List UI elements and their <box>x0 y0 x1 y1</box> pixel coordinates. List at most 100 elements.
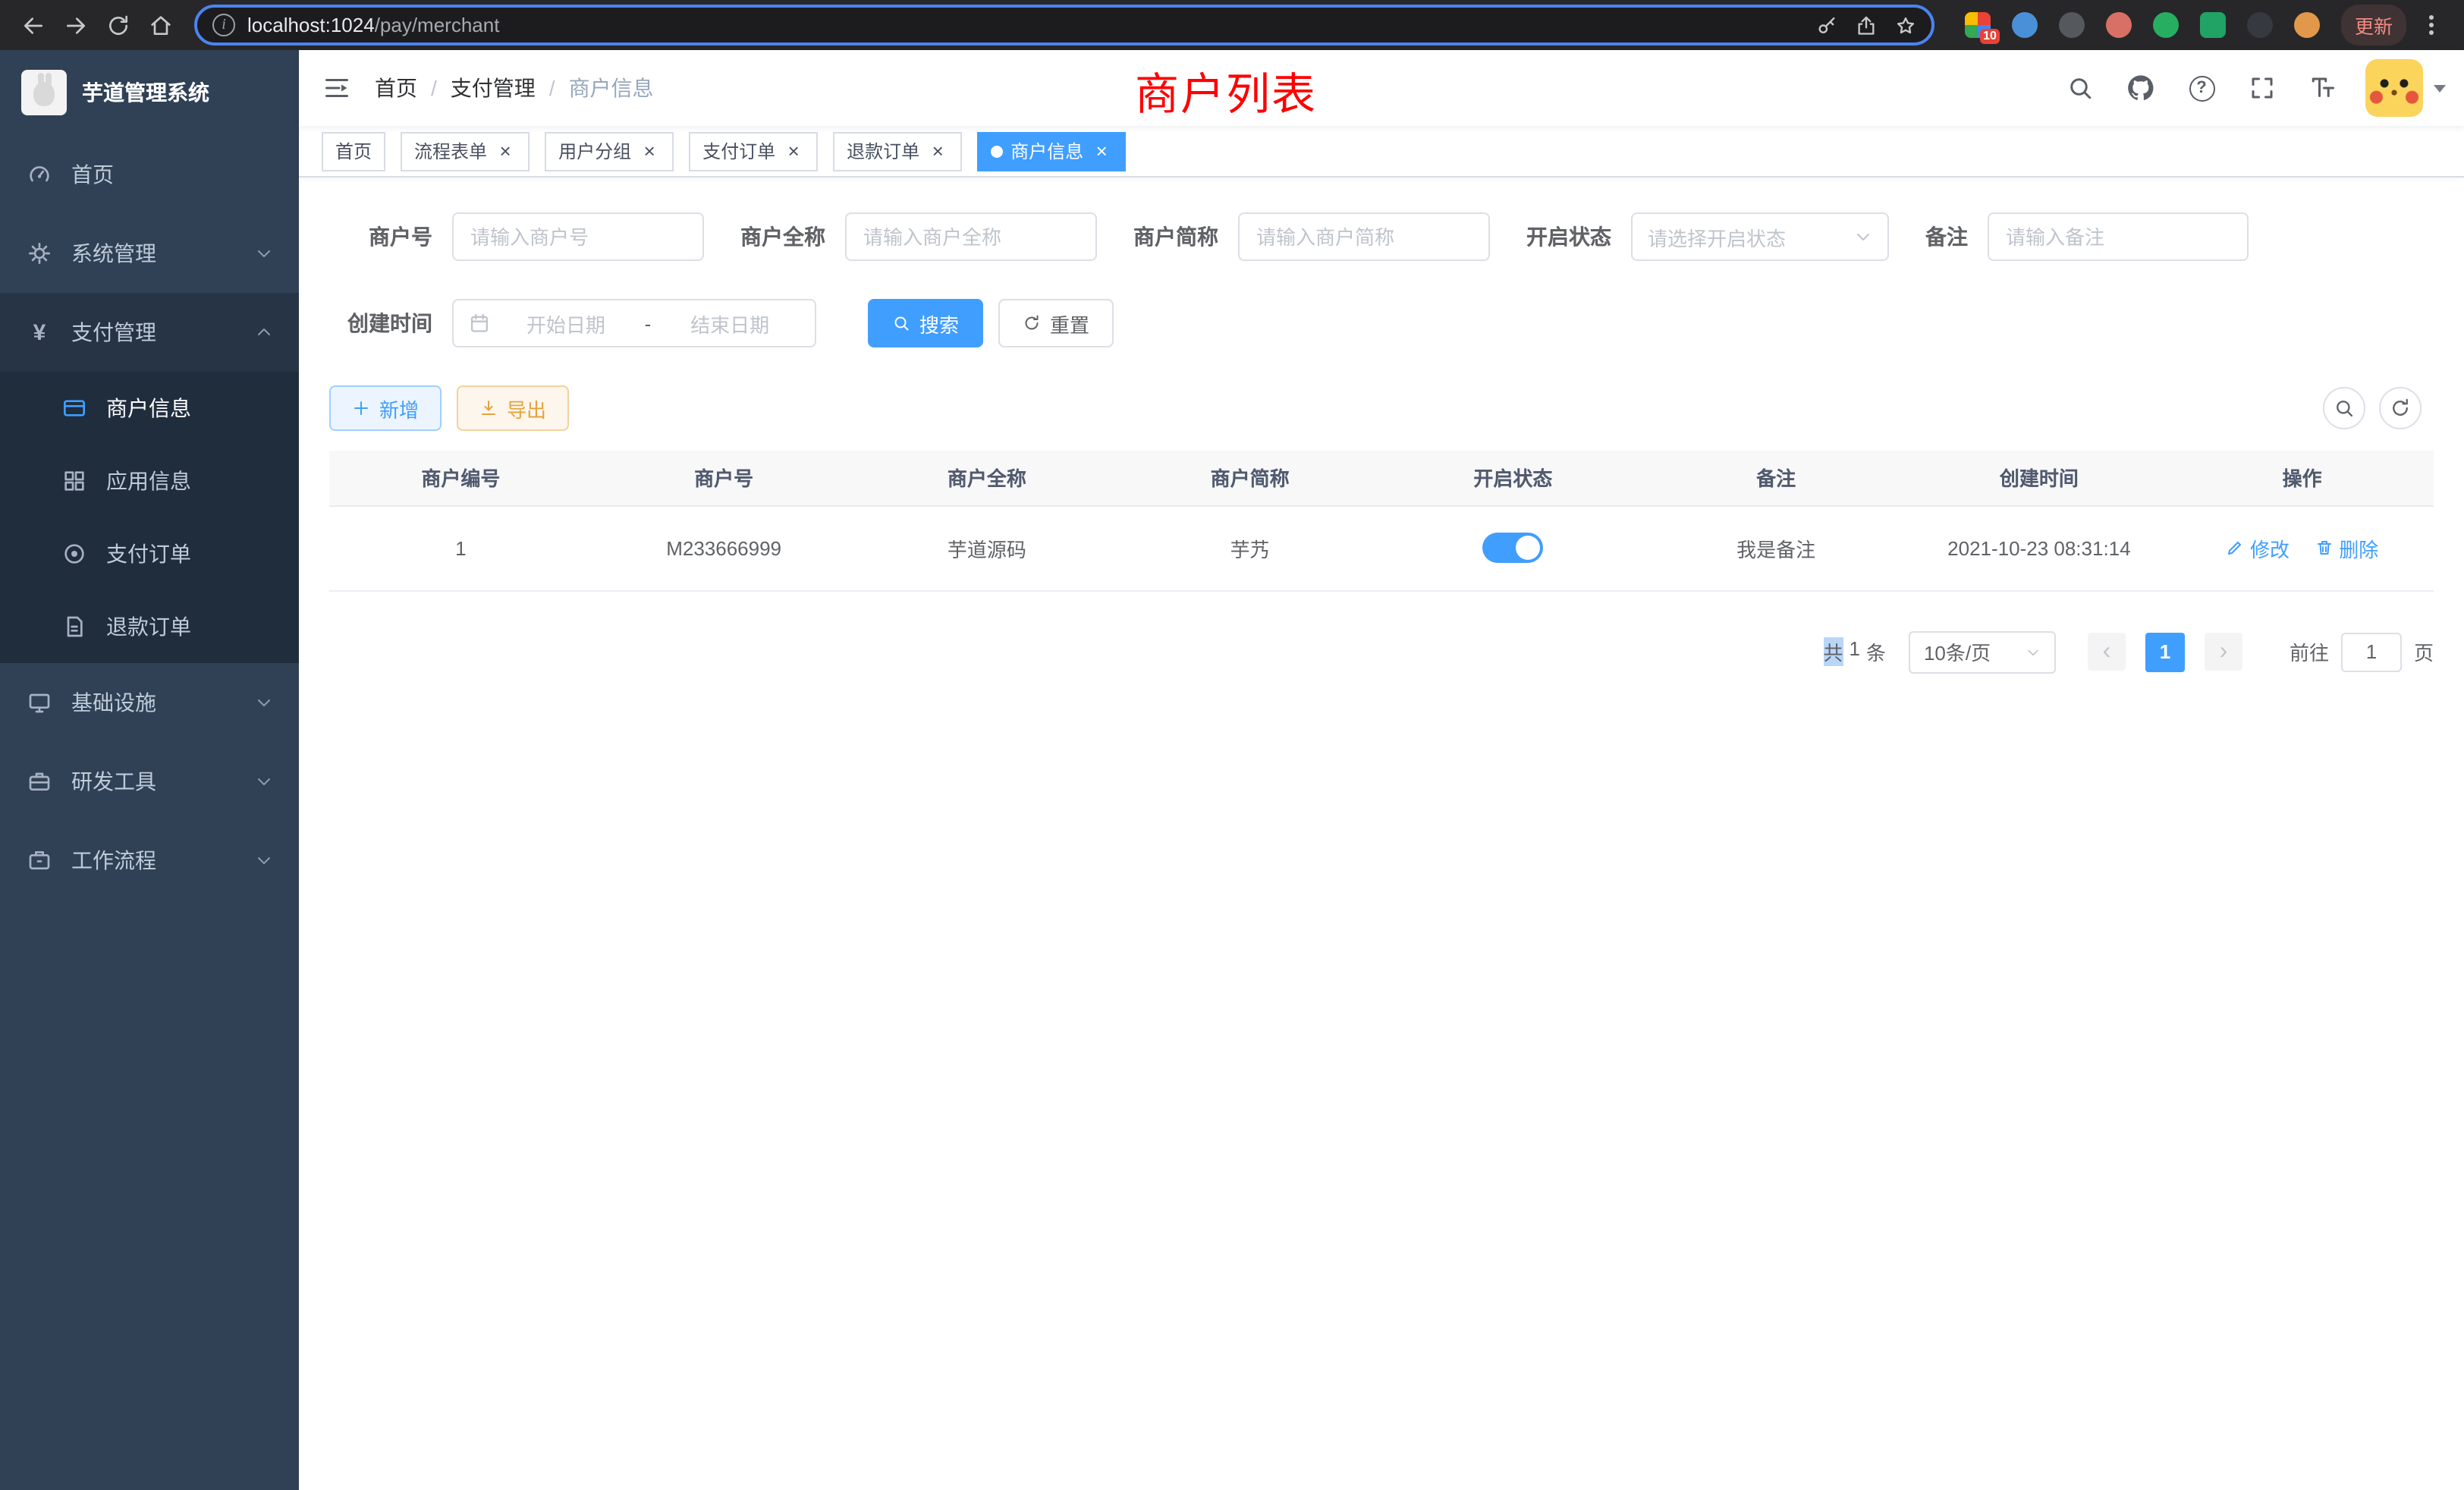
sidebar-menu: 首页 系统管理 ¥ 支付管理 商户信息 <box>0 135 299 900</box>
merchant-no-input[interactable] <box>452 212 704 261</box>
user-menu[interactable] <box>2365 50 2446 126</box>
extension-icon-4[interactable] <box>2106 12 2132 38</box>
browser-reload-icon[interactable] <box>97 4 140 46</box>
tab-merchant-info[interactable]: 商户信息× <box>977 131 1126 171</box>
tab-process-form[interactable]: 流程表单× <box>401 131 530 171</box>
password-key-icon[interactable] <box>1807 7 1846 43</box>
start-date-placeholder[interactable]: 开始日期 <box>496 309 636 338</box>
prev-page-button[interactable]: ‹ <box>2088 633 2126 671</box>
sidebar-item-payment-management[interactable]: ¥ 支付管理 <box>0 293 299 372</box>
toolbox-icon <box>26 768 53 795</box>
tab-refund-order[interactable]: 退款订单× <box>833 131 962 171</box>
date-range-picker[interactable]: 开始日期 - 结束日期 <box>452 299 816 347</box>
extensions-puzzle-icon[interactable]: 10 <box>1965 12 1991 38</box>
column-header-merchant-id: 商户编号 <box>329 451 592 505</box>
sidebar-item-home[interactable]: 首页 <box>0 135 299 214</box>
gear-icon <box>26 240 53 267</box>
end-date-placeholder[interactable]: 结束日期 <box>660 309 800 338</box>
page-number-1[interactable]: 1 <box>2145 632 2185 671</box>
url-bar[interactable]: i localhost:1024/pay/merchant <box>194 5 1934 46</box>
add-button[interactable]: 新增 <box>329 385 442 431</box>
cell-actions: 修改 删除 <box>2170 505 2434 590</box>
document-icon <box>61 613 88 640</box>
extension-icon-2[interactable] <box>2012 12 2038 38</box>
column-header-actions: 操作 <box>2170 451 2434 505</box>
sidebar-item-dev-tools[interactable]: 研发工具 <box>0 742 299 821</box>
sidebar-item-label: 支付订单 <box>106 539 191 569</box>
close-icon[interactable]: × <box>639 140 660 162</box>
browser-profile-avatar[interactable] <box>2294 12 2320 38</box>
sidebar-subitem-pay-order[interactable]: 支付订单 <box>0 517 299 590</box>
sidebar-item-infrastructure[interactable]: 基础设施 <box>0 663 299 742</box>
bookmark-star-icon[interactable] <box>1886 7 1925 43</box>
browser-forward-icon[interactable] <box>55 4 97 46</box>
tab-user-group[interactable]: 用户分组× <box>545 131 674 171</box>
help-icon[interactable]: ? <box>2171 50 2232 126</box>
breadcrumb-home[interactable]: 首页 <box>375 73 417 103</box>
toolbar-right <box>2323 387 2434 429</box>
breadcrumb-payment[interactable]: 支付管理 <box>451 73 536 103</box>
sidebar-item-workflow[interactable]: 工作流程 <box>0 821 299 900</box>
chevron-down-icon <box>2026 644 2041 659</box>
user-avatar[interactable] <box>2365 59 2423 117</box>
tab-home[interactable]: 首页 <box>322 131 385 171</box>
export-button[interactable]: 导出 <box>457 385 569 431</box>
monitor-icon <box>26 689 53 716</box>
next-page-button[interactable]: › <box>2205 633 2242 671</box>
delete-link[interactable]: 删除 <box>2315 533 2378 562</box>
search-icon[interactable] <box>2050 50 2110 126</box>
total-prefix: 共 <box>1823 637 1843 666</box>
page-size-select[interactable]: 10条/页 <box>1909 630 2056 673</box>
status-select[interactable]: 请选择开启状态 <box>1631 212 1889 261</box>
browser-home-icon[interactable] <box>140 4 182 46</box>
goto-page-input[interactable] <box>2341 632 2402 671</box>
search-button-label: 搜索 <box>919 309 959 338</box>
cell-short-name: 芋艿 <box>1118 505 1381 590</box>
toggle-search-icon[interactable] <box>2323 387 2365 429</box>
close-icon[interactable]: × <box>1091 140 1112 162</box>
hamburger-icon[interactable] <box>299 50 375 126</box>
filter-row-2: 创建时间 开始日期 - 结束日期 搜索 重置 <box>329 299 2434 347</box>
edit-link[interactable]: 修改 <box>2226 533 2290 562</box>
table-toolbar: 新增 导出 <box>329 385 2434 431</box>
browser-update-button[interactable]: 更新 <box>2341 5 2406 46</box>
extension-icon-5[interactable] <box>2153 12 2179 38</box>
fullscreen-icon[interactable] <box>2232 50 2293 126</box>
browser-back-icon[interactable] <box>12 4 55 46</box>
sidebar-subitem-app-info[interactable]: 应用信息 <box>0 445 299 517</box>
filter-remark: 备注 <box>1925 212 2249 261</box>
sidebar-item-label: 商户信息 <box>106 393 191 423</box>
font-size-icon[interactable] <box>2293 50 2353 126</box>
sidebar: 芋道管理系统 首页 系统管理 ¥ 支付管理 <box>0 50 299 1490</box>
status-select-placeholder: 请选择开启状态 <box>1648 222 1786 251</box>
browser-menu-icon[interactable] <box>2409 4 2452 46</box>
sidebar-item-system-management[interactable]: 系统管理 <box>0 214 299 293</box>
tab-pay-order[interactable]: 支付订单× <box>689 131 818 171</box>
cell-create-time: 2021-10-23 08:31:14 <box>1908 505 2171 590</box>
close-icon[interactable]: × <box>495 140 516 162</box>
search-button[interactable]: 搜索 <box>868 299 983 347</box>
app-logo[interactable]: 芋道管理系统 <box>0 50 299 135</box>
help-glyph: ? <box>2196 79 2206 97</box>
reset-button-label: 重置 <box>1050 309 1089 338</box>
site-info-icon[interactable]: i <box>212 14 235 36</box>
extension-icon-7[interactable] <box>2247 12 2273 38</box>
extension-icon-3[interactable] <box>2059 12 2085 38</box>
column-header-merchant-no: 商户号 <box>592 451 856 505</box>
reset-button[interactable]: 重置 <box>998 299 1114 347</box>
sidebar-subitem-refund-order[interactable]: 退款订单 <box>0 590 299 663</box>
status-toggle[interactable] <box>1482 533 1543 563</box>
share-icon[interactable] <box>1846 7 1886 43</box>
extension-icon-6[interactable] <box>2200 12 2226 38</box>
table-header-row: 商户编号 商户号 商户全称 商户简称 开启状态 备注 创建时间 操作 <box>329 451 2434 505</box>
refresh-icon[interactable] <box>2379 387 2422 429</box>
sidebar-subitem-merchant-info[interactable]: 商户信息 <box>0 372 299 445</box>
page-size-value: 10条/页 <box>1924 637 1991 666</box>
close-icon[interactable]: × <box>783 140 804 162</box>
full-name-input[interactable] <box>845 212 1097 261</box>
short-name-input[interactable] <box>1238 212 1490 261</box>
remark-input[interactable] <box>1988 212 2249 261</box>
close-icon[interactable]: × <box>927 140 948 162</box>
github-icon[interactable] <box>2110 50 2171 126</box>
filter-status: 开启状态 请选择开启状态 <box>1526 212 1889 261</box>
